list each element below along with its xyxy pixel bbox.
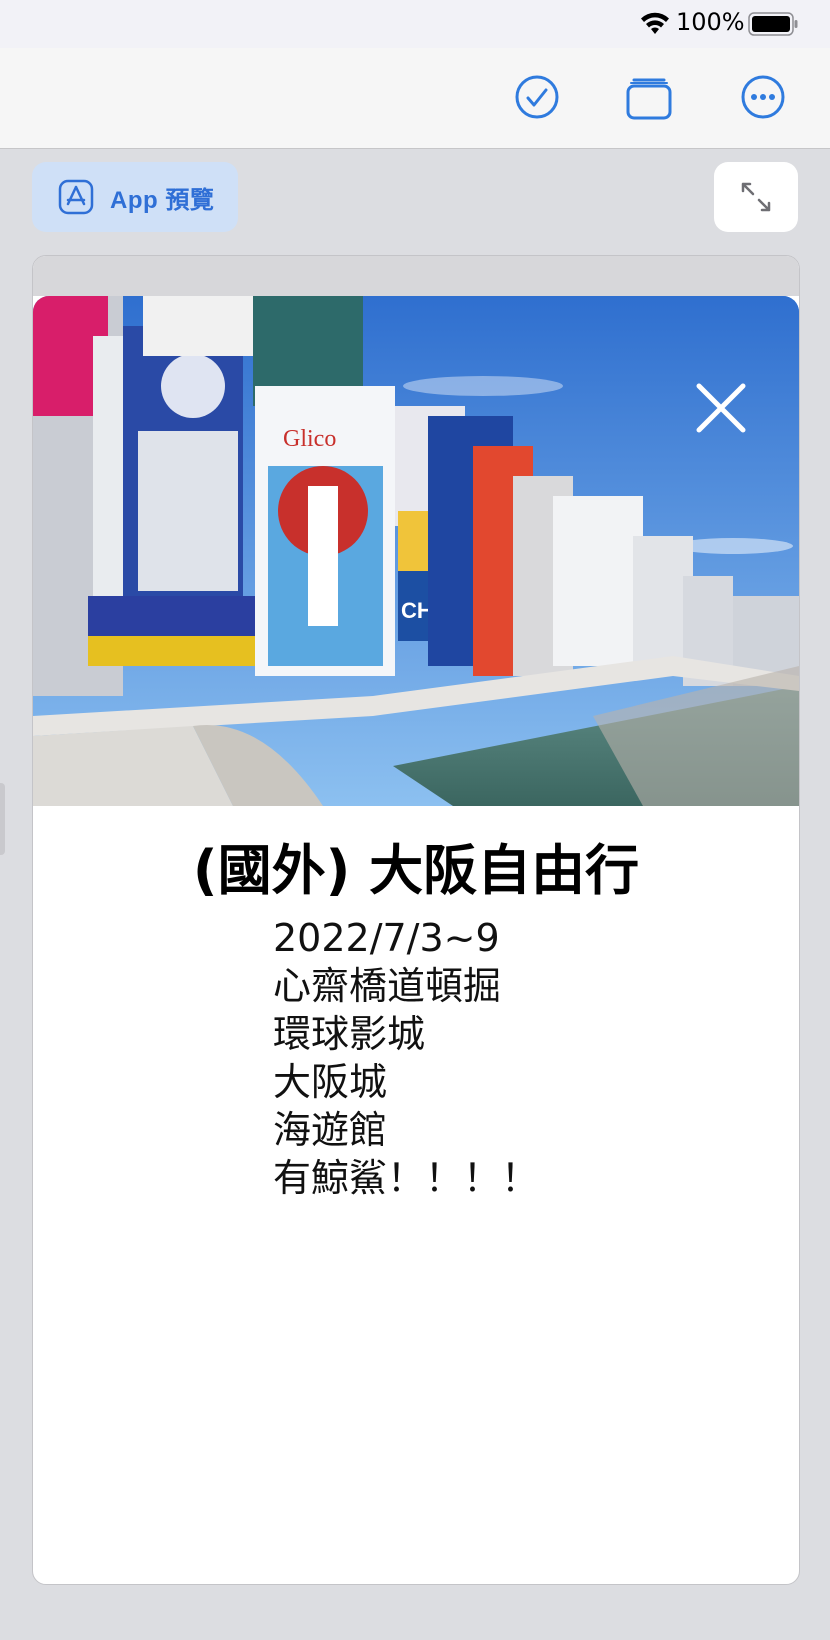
note-line: 2022/7/3~9 [273,916,500,960]
content-area: App 預覽 Glico (國外) 大阪自由行 2022/7/3~9 心齋橋道頓… [0,149,830,1640]
status-bar: 100% [0,0,830,48]
note-line: 心齋橋道頓掘 [273,964,502,1008]
app-preview-label: App 預覽 [110,186,215,214]
more-icon[interactable] [738,72,788,122]
note-card: Glico CHINTA [32,255,800,1585]
app-store-icon [58,179,94,215]
note-line: 有鯨鯊！！！！ [273,1156,540,1200]
app-preview-button[interactable]: App 預覽 [32,162,238,232]
expand-icon [741,182,771,212]
battery-icon [748,12,798,36]
battery-percent: 100% [676,8,745,36]
note-line: 環球影城 [273,1012,426,1056]
osaka-scene-image: Glico CHINTA [33,296,799,806]
card-top-strip [33,256,799,296]
wifi-icon [641,12,669,34]
osaka-photo: Glico CHINTA [33,296,799,806]
note-title: (國外) 大阪自由行 [192,839,640,902]
svg-text:Glico: Glico [283,426,336,452]
note-line: 大阪城 [273,1060,388,1104]
toolbar [0,48,830,149]
note-line: 海遊館 [273,1108,388,1152]
note-body: 2022/7/3~9 心齋橋道頓掘 環球影城 大阪城 海遊館 有鯨鯊！！！！ [273,914,539,1202]
expand-button[interactable] [714,162,798,232]
side-handle[interactable] [0,783,5,855]
stack-icon[interactable] [624,72,674,122]
checkmark-circle-icon[interactable] [512,72,562,122]
close-icon[interactable] [693,380,749,436]
